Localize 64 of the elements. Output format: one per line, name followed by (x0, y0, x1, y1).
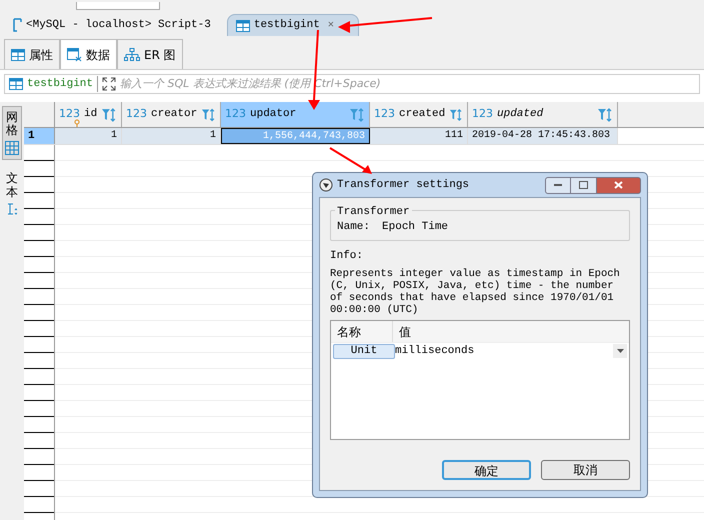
annotation-arrow (329, 147, 372, 174)
info-label: Info: (330, 248, 364, 264)
table-cell: 1 (55, 128, 122, 144)
column-name: created (399, 107, 446, 122)
column-header: 值 (398, 324, 412, 340)
table-icon (9, 78, 23, 90)
expand-icon[interactable] (102, 77, 116, 91)
dialog-title: Transformer settings (337, 178, 470, 193)
diagram-icon (124, 48, 140, 62)
table-row[interactable]: 1 1 1 1,556,444,743,803 111 2019-04-28 17:45:43.803 (24, 128, 704, 145)
minimize-icon (554, 184, 562, 186)
name-label: Name: (337, 220, 370, 235)
editor-tab[interactable]: testbigint ✕ (226, 14, 359, 36)
dialog-button[interactable]: 取消 (541, 460, 630, 480)
filter-sort-icon[interactable] (101, 108, 117, 122)
close-icon[interactable]: ✕ (328, 18, 334, 33)
maximize-icon (579, 181, 588, 189)
column-name: updated (497, 107, 544, 122)
dropdown-button[interactable] (613, 344, 627, 358)
minimize-button[interactable] (545, 176, 571, 194)
table-cell: 111 (370, 128, 468, 144)
close-button[interactable] (597, 176, 641, 194)
row-number: 1 (24, 128, 55, 144)
app-icon (319, 178, 333, 192)
grid-icon (5, 141, 19, 156)
filter-sort-icon[interactable] (201, 108, 216, 122)
caret-icon (616, 349, 624, 353)
property-value[interactable]: milliseconds (395, 342, 613, 360)
property-name: Unit (333, 344, 395, 358)
table-cell: 1 (122, 128, 221, 144)
data-icon (67, 48, 82, 62)
table-cell: 2019-04-28 17:45:43.803 (468, 128, 618, 144)
type-label: 123 (472, 106, 493, 122)
filter-sort-icon[interactable] (349, 108, 365, 122)
editor-tab[interactable]: <MySQL - localhost> Script-3 (4, 14, 219, 36)
view-tab[interactable]: 数据 (60, 39, 117, 69)
info-text: Represents integer value as timestamp in Epoch (C, Unix, POSIX, Java, etc) time - the number of seconds that have elapsed since 1970/01/01 00:00:00 (UTC) (330, 268, 621, 316)
table-icon (11, 48, 25, 60)
column-header[interactable]: 123 updator (221, 102, 370, 127)
column-header: 名称 (331, 321, 393, 342)
script-icon (12, 18, 22, 32)
view-tab[interactable]: 属性 (4, 39, 60, 69)
type-label: 123 (225, 106, 246, 122)
name-value: Epoch Time (382, 220, 448, 235)
table-icon (236, 20, 250, 32)
close-icon (614, 181, 623, 189)
type-label: 123 (126, 106, 147, 122)
key-icon (74, 118, 80, 127)
filter-sort-icon[interactable] (449, 108, 463, 122)
type-label: 123 (374, 106, 395, 122)
toolbar-combo[interactable] (76, 2, 160, 10)
side-tab[interactable]: 网格 (2, 106, 22, 160)
filter-sort-icon[interactable] (597, 108, 613, 122)
view-tab[interactable]: ER 图 (117, 39, 183, 69)
maximize-button[interactable] (571, 176, 597, 194)
side-tab[interactable]: 文本 (2, 168, 22, 221)
column-name: updator (250, 107, 298, 122)
table-name: testbigint (27, 76, 98, 92)
column-name: creator (151, 107, 198, 122)
type-label: 123 (59, 106, 80, 123)
dialog-button[interactable]: 确定 (442, 460, 531, 480)
column-name: id (84, 107, 98, 122)
table-cell: 1,556,444,743,803 (221, 128, 370, 144)
text-cursor-icon (7, 202, 17, 217)
